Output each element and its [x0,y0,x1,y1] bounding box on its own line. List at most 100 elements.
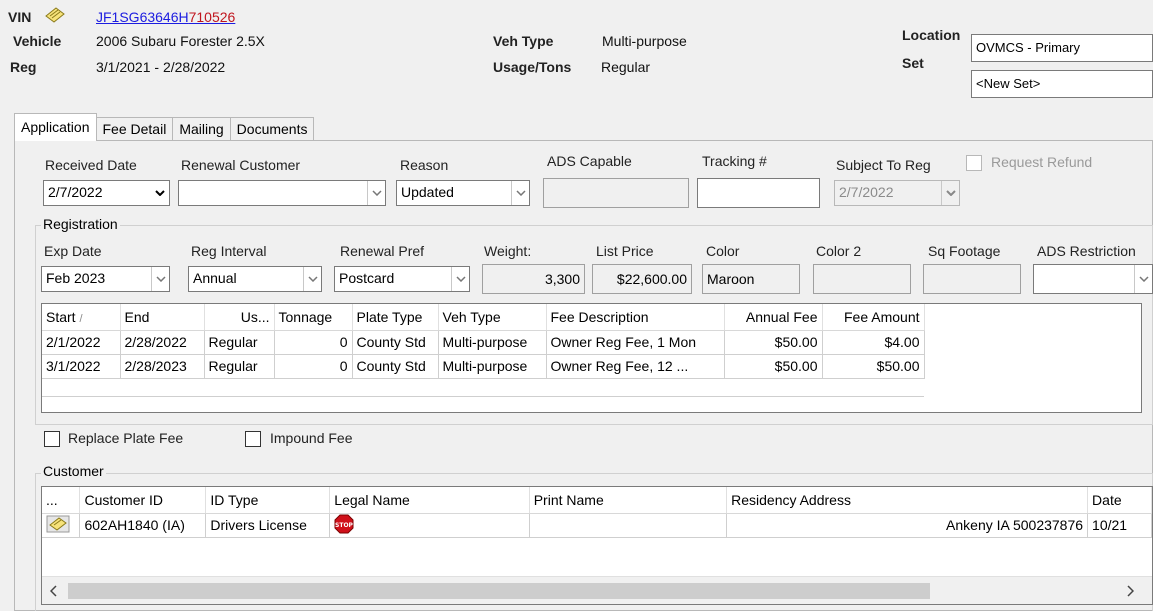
sq-footage-field [923,264,1021,294]
customer-grid-header: ... Customer ID ID Type Legal Name Print… [42,487,1152,514]
chevron-down-icon[interactable] [1134,265,1152,293]
column-header-legal-name[interactable]: Legal Name [329,487,530,514]
column-header-id-type[interactable]: ID Type [205,487,331,514]
chevron-down-icon[interactable] [941,181,959,205]
received-date-picker[interactable]: 2/7/2022 [43,180,170,206]
weight-label: Weight: [484,243,532,259]
cell-start: 3/1/2022 [42,354,121,379]
table-row[interactable]: 2/1/2022 2/28/2022 Regular 0 County Std … [42,330,925,355]
request-refund-checkbox[interactable] [966,155,982,171]
cell-annual-fee: $50.00 [724,330,823,355]
column-header-date[interactable]: Date [1087,487,1152,514]
impound-fee-label: Impound Fee [270,430,353,446]
cell-customer-id: 602AH1840 (IA) [79,513,207,538]
reason-label: Reason [400,157,449,173]
chevron-down-icon[interactable] [303,267,321,291]
exp-date-select[interactable]: Feb 2023 [41,266,170,292]
tab-mailing[interactable]: Mailing [172,117,231,141]
tracking-label: Tracking # [702,153,767,169]
tab-fee-detail[interactable]: Fee Detail [95,117,174,141]
column-header-plate-type[interactable]: Plate Type [352,304,439,331]
customer-grid: ... Customer ID ID Type Legal Name Print… [41,486,1153,605]
column-header-end[interactable]: End [120,304,205,331]
table-row-empty [42,378,924,397]
subject-to-reg-picker[interactable]: 2/7/2022 [834,180,960,206]
ads-restriction-select[interactable] [1033,264,1153,294]
ads-capable-field [543,178,689,208]
cell-start: 2/1/2022 [42,330,121,355]
column-header-actions[interactable]: ... [42,487,81,514]
column-header-tonnage[interactable]: Tonnage [274,304,353,331]
cell-veh-type: Multi-purpose [438,330,547,355]
column-header-fee-description[interactable]: Fee Description [546,304,725,331]
table-row[interactable]: 602AH1840 (IA) Drivers License STOP Anke… [42,513,1152,538]
subject-to-reg-label: Subject To Reg [836,157,931,173]
reg-interval-label: Reg Interval [191,243,267,259]
replace-plate-fee-checkbox[interactable] [44,431,60,447]
customer-title: Customer [41,463,106,479]
scrollbar-thumb[interactable] [68,583,930,599]
horizontal-scrollbar[interactable] [42,576,1152,604]
cell-actions[interactable] [42,513,81,538]
usage-label: Usage/Tons [493,59,572,75]
chevron-left-icon[interactable] [49,584,58,600]
tab-documents[interactable]: Documents [229,117,315,141]
cell-plate-type: County Std [352,330,439,355]
cell-date: 10/21 [1087,513,1152,538]
chevron-down-icon[interactable] [451,267,469,291]
column-header-customer-id[interactable]: Customer ID [79,487,207,514]
ads-restriction-label: ADS Restriction [1037,243,1136,259]
fee-grid-header: Start / End Us... Tonnage Plate Type Veh… [42,304,925,331]
set-label: Set [902,55,924,71]
column-header-residency-address[interactable]: Residency Address [726,487,1089,514]
chevron-down-icon[interactable] [511,181,529,205]
column-header-veh-type[interactable]: Veh Type [438,304,547,331]
chevron-down-icon[interactable] [151,181,169,205]
chevron-right-icon[interactable] [1126,584,1135,600]
cell-usage: Regular [204,354,275,379]
cell-id-type: Drivers License [205,513,331,538]
tab-strip: Application Fee Detail Mailing Documents [14,112,315,141]
notepad-icon[interactable] [44,6,66,27]
column-header-usage[interactable]: Us... [204,304,275,331]
reason-select[interactable]: Updated [396,180,530,206]
list-price-field: $22,600.00 [592,264,692,294]
veh-type-value: Multi-purpose [602,33,687,49]
renewal-customer-select[interactable] [178,180,386,206]
cell-tonnage: 0 [274,330,353,355]
renewal-customer-label: Renewal Customer [181,157,301,173]
set-select[interactable]: <New Set> [971,70,1153,98]
renewal-pref-select[interactable]: Postcard [334,266,470,292]
column-header-start[interactable]: Start / [42,304,121,331]
vin-row: VIN [8,9,31,25]
cell-fee-amount: $4.00 [822,330,925,355]
table-row[interactable]: 3/1/2022 2/28/2023 Regular 0 County Std … [42,354,925,379]
cell-plate-type: County Std [352,354,439,379]
column-header-annual-fee[interactable]: Annual Fee [724,304,823,331]
cell-end: 2/28/2022 [120,330,205,355]
cell-veh-type: Multi-purpose [438,354,547,379]
color-label: Color [706,243,740,259]
cell-annual-fee: $50.00 [724,354,823,379]
impound-fee-checkbox[interactable] [245,431,261,447]
color2-label: Color 2 [816,243,862,259]
reg-label: Reg [10,59,37,75]
exp-date-label: Exp Date [44,243,102,259]
reg-value: 3/1/2021 - 2/28/2022 [96,59,226,75]
received-date-label: Received Date [45,157,137,173]
fee-grid: Start / End Us... Tonnage Plate Type Veh… [41,303,1142,413]
notepad-icon[interactable] [46,515,70,536]
column-header-print-name[interactable]: Print Name [529,487,728,514]
reg-interval-select[interactable]: Annual [188,266,322,292]
tab-application[interactable]: Application [14,113,97,141]
vin-link[interactable]: JF1SG63646H710526 [96,9,235,25]
chevron-down-icon[interactable] [367,181,385,205]
tracking-input[interactable] [697,178,820,208]
chevron-down-icon[interactable] [151,267,169,291]
list-price-label: List Price [596,243,654,259]
column-header-fee-amount[interactable]: Fee Amount [822,304,925,331]
cell-fee-description: Owner Reg Fee, 12 ... [546,354,725,379]
location-select[interactable]: OVMCS - Primary [971,34,1153,62]
usage-value: Regular [601,59,651,75]
location-label: Location [902,27,961,43]
